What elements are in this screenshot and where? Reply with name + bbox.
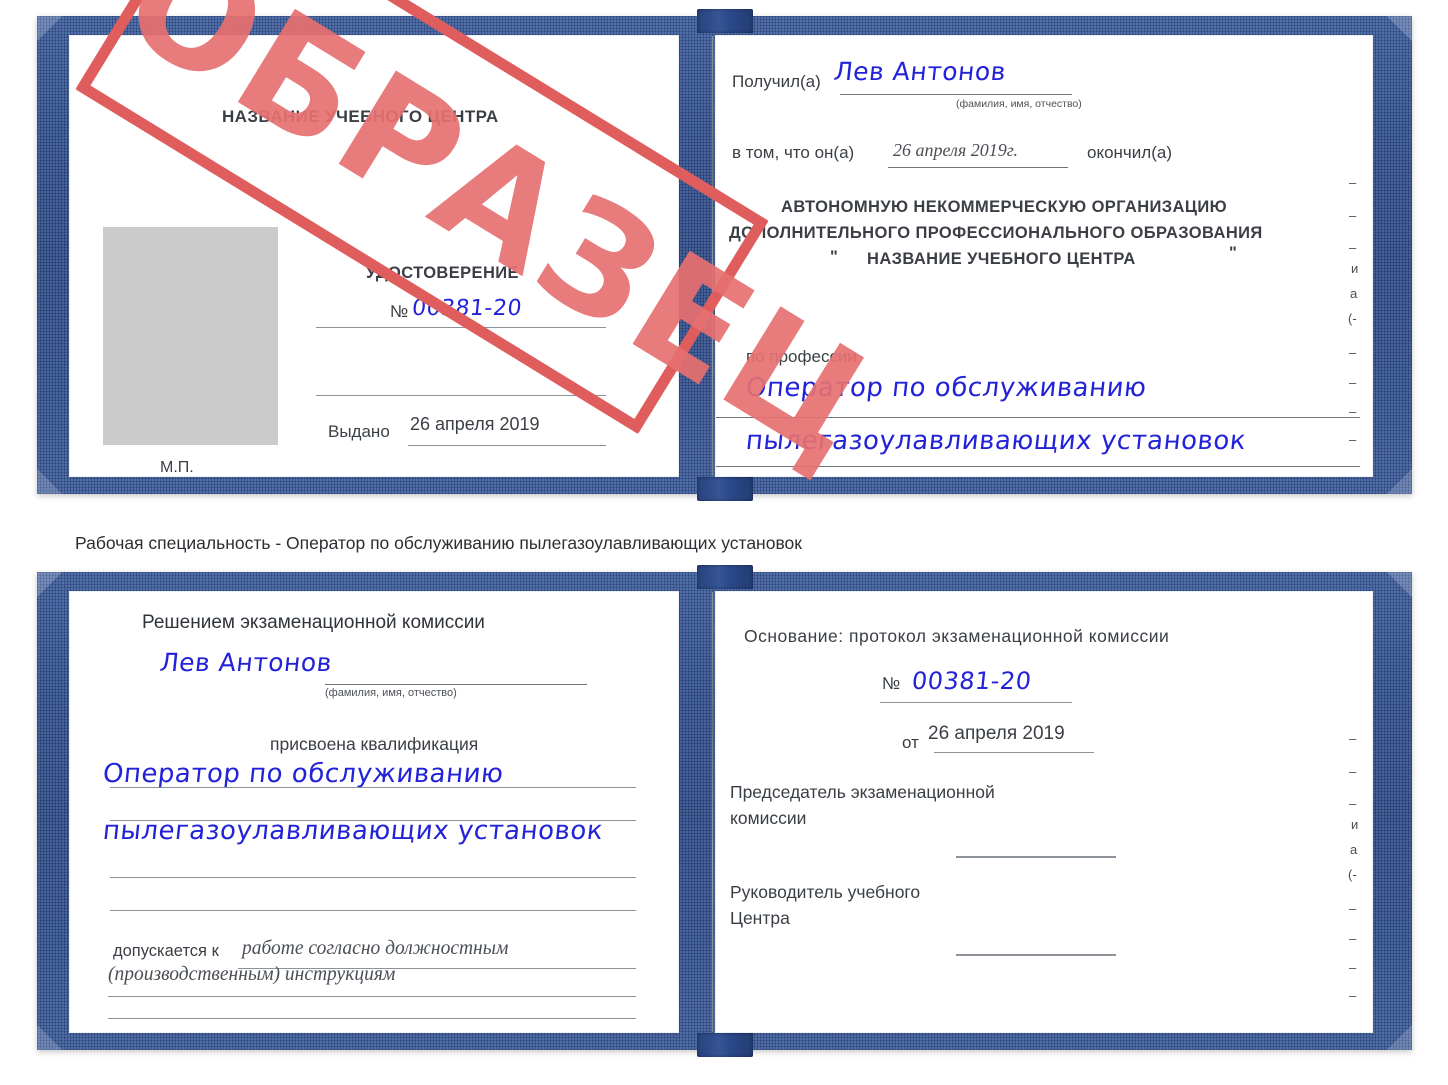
margin-fragment: и	[1351, 817, 1359, 832]
margin-fragment: –	[1349, 175, 1357, 190]
top-left-org-title: НАЗВАНИЕ УЧЕБНОГО ЦЕНТРА	[222, 107, 499, 126]
top-left-blank-rule	[316, 395, 606, 396]
certificate-bottom-left-page: Решением экзаменационной комиссии Лев Ан…	[70, 592, 678, 1032]
bottom-right-chairman-line2: комиссии	[730, 808, 807, 828]
bottom-left-admitted-rule3	[108, 1018, 636, 1019]
top-left-issued-label: Выдано	[328, 422, 390, 441]
top-right-profession-rule2	[716, 466, 1360, 467]
bottom-left-qualification-line2: пылегазоулавливающих установок	[101, 816, 605, 846]
bottom-right-chairman-sign-rule	[956, 856, 1116, 858]
top-right-profession-rule1	[716, 417, 1360, 418]
top-right-org-line3: НАЗВАНИЕ УЧЕБНОГО ЦЕНТРА	[867, 250, 1136, 268]
top-right-finished-label: окончил(а)	[1087, 143, 1172, 162]
bottom-right-number-value: 00381-20	[910, 667, 1034, 695]
bottom-right-number-label: №	[882, 674, 901, 693]
certificate-bottom-gutter	[712, 592, 713, 1032]
bottom-left-decision-title: Решением экзаменационной комиссии	[142, 612, 485, 633]
top-right-org-line2: ДОПОЛНИТЕЛЬНОГО ПРОФЕССИОНАЛЬНОГО ОБРАЗО…	[729, 224, 1263, 242]
bottom-left-admitted-label: допускается к	[113, 942, 219, 960]
bottom-right-chairman-line1: Председатель экзаменационной	[730, 782, 995, 802]
page-caption: Рабочая специальность - Оператор по обсл…	[75, 533, 802, 553]
margin-fragment: и	[1351, 261, 1359, 276]
margin-fragment: –	[1349, 375, 1357, 390]
bottom-right-date-value: 26 апреля 2019	[928, 723, 1065, 744]
margin-fragment: –	[1349, 432, 1357, 447]
bottom-left-qualification-line1: Оператор по обслуживанию	[101, 759, 506, 789]
bottom-right-date-rule	[934, 752, 1094, 753]
top-right-org-quote-close: "	[1229, 244, 1238, 262]
margin-fragment: –	[1349, 731, 1357, 746]
bottom-right-date-label: от	[902, 733, 919, 752]
certificate-top-left-page: НАЗВАНИЕ УЧЕБНОГО ЦЕНТРА УДОСТОВЕРЕНИЕ №…	[70, 36, 678, 476]
margin-fragment: –	[1349, 345, 1357, 360]
bottom-left-admitted-line1: работе согласно должностным	[242, 938, 509, 959]
top-right-profession-line2: пылегазоулавливающих установок	[744, 426, 1248, 456]
top-right-received-label: Получил(а)	[732, 72, 821, 91]
margin-fragment: –	[1349, 764, 1357, 779]
bottom-left-name-hint: (фамилия, имя, отчество)	[325, 687, 457, 699]
spine-tab-bottom	[696, 477, 753, 501]
bottom-right-head-sign-rule	[956, 954, 1116, 956]
bottom-left-q-rule3	[110, 877, 636, 878]
top-left-number-rule	[316, 327, 606, 328]
margin-fragment: –	[1349, 901, 1357, 916]
top-right-name-hint: (фамилия, имя, отчество)	[956, 98, 1082, 110]
top-right-received-name: Лев Антонов	[832, 57, 1008, 86]
bottom-left-name-rule	[325, 684, 587, 685]
certificate-top-right-page: Получил(а) Лев Антонов (фамилия, имя, от…	[716, 36, 1372, 476]
photo-placeholder	[103, 227, 278, 445]
margin-fragment: –	[1349, 988, 1357, 1003]
spine-tab-bottom	[696, 1033, 753, 1057]
top-right-completion-rule	[888, 167, 1068, 168]
bottom-right-head-line2: Центра	[730, 908, 790, 928]
bottom-left-q-rule4	[110, 910, 636, 911]
top-left-seal-label: М.П.	[160, 459, 194, 476]
margin-fragment: (-	[1348, 311, 1357, 326]
top-right-org-line1: АВТОНОМНУЮ НЕКОММЕРЧЕСКУЮ ОРГАНИЗАЦИЮ	[781, 198, 1227, 216]
margin-fragment: –	[1349, 960, 1357, 975]
margin-fragment: а	[1350, 286, 1358, 301]
certificate-top-gutter	[712, 36, 713, 476]
top-right-org-quote-open: "	[830, 248, 839, 266]
bottom-right-head-line1: Руководитель учебного	[730, 882, 921, 902]
bottom-left-q-rule1	[110, 787, 636, 788]
bottom-left-name: Лев Антонов	[158, 648, 334, 677]
top-left-doc-title: УДОСТОВЕРЕНИЕ	[366, 264, 519, 282]
margin-fragment: а	[1350, 842, 1358, 857]
bottom-left-admitted-rule2	[108, 996, 636, 997]
bottom-right-basis-label: Основание: протокол экзаменационной коми…	[744, 626, 1170, 646]
top-right-completion-date: 26 апреля 2019г.	[893, 140, 1019, 160]
bottom-left-admitted-line2: (производственным) инструкциям	[108, 964, 396, 985]
margin-fragment: –	[1349, 208, 1357, 223]
bottom-right-number-rule	[880, 702, 1072, 703]
certificate-bottom-right-page: Основание: протокол экзаменационной коми…	[716, 592, 1372, 1032]
margin-fragment: –	[1349, 931, 1357, 946]
margin-fragment: –	[1349, 796, 1357, 811]
screenshot-root: НАЗВАНИЕ УЧЕБНОГО ЦЕНТРА УДОСТОВЕРЕНИЕ №…	[0, 0, 1448, 1085]
top-right-name-rule	[840, 94, 1072, 95]
margin-fragment: –	[1349, 404, 1357, 419]
margin-fragment: –	[1349, 240, 1357, 255]
spine-tab-top	[696, 9, 753, 33]
top-left-number-value: 00381-20	[410, 296, 524, 321]
top-right-inthat-label: в том, что он(а)	[732, 143, 855, 162]
spine-tab-top	[696, 565, 753, 589]
bottom-left-qualification-label: присвоена квалификация	[270, 734, 479, 754]
margin-fragment: (-	[1348, 867, 1357, 882]
top-right-profession-line1: Оператор по обслуживанию	[744, 373, 1149, 403]
top-left-issued-date: 26 апреля 2019	[410, 414, 540, 434]
top-left-number-label: №	[390, 302, 409, 321]
top-right-profession-label: по профессии	[746, 347, 857, 366]
top-left-issued-rule	[408, 445, 606, 446]
